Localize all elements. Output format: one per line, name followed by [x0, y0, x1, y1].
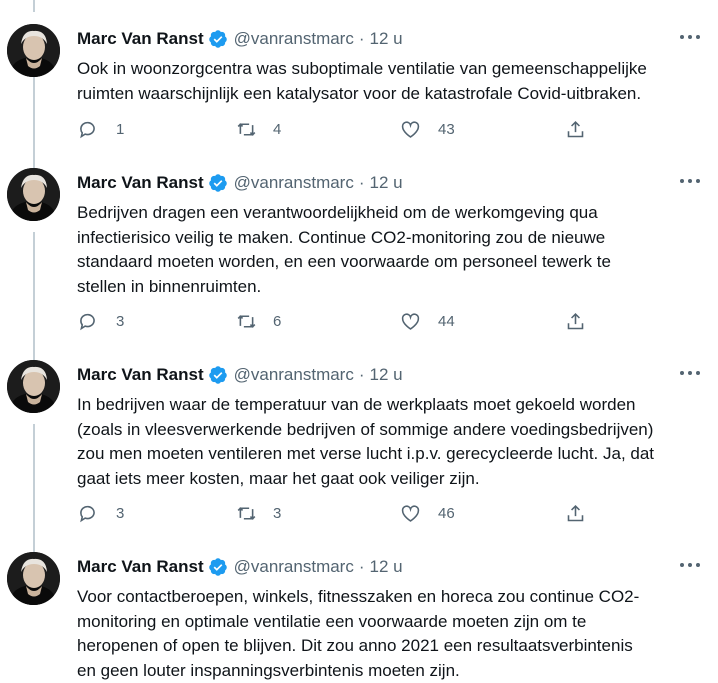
- separator: ·: [359, 557, 365, 577]
- reply-count: 3: [116, 313, 124, 330]
- author-name[interactable]: Marc Van Ranst: [77, 29, 204, 49]
- tweet-header: Marc Van Ranst @vanranstmarc · 12 u: [77, 556, 403, 578]
- tweet[interactable]: Marc Van Ranst @vanranstmarc · 12 u Voor…: [0, 542, 718, 679]
- avatar-image: [7, 360, 60, 413]
- avatar[interactable]: [7, 24, 60, 77]
- like-icon: [400, 503, 421, 524]
- verified-badge-icon: [208, 557, 228, 577]
- author-handle[interactable]: @vanranstmarc: [234, 365, 354, 385]
- tweet-text-line: heropenen of open te blijven. Dit zou an…: [77, 634, 697, 659]
- verified-badge-icon: [208, 365, 228, 385]
- share-icon: [565, 311, 586, 332]
- tweet-header: Marc Van Ranst @vanranstmarc · 12 u: [77, 364, 403, 386]
- retweet-count: 3: [273, 505, 281, 522]
- like-button[interactable]: 46: [400, 503, 455, 524]
- more-icon[interactable]: [680, 368, 700, 378]
- share-button[interactable]: [565, 311, 586, 332]
- like-count: 44: [438, 313, 455, 330]
- tweet-text-line: standaard moeten worden, en een voorwaar…: [77, 250, 697, 275]
- tweet-text-line: (zoals in vleesverwerkende bedrijven of …: [77, 418, 697, 443]
- reply-icon: [77, 311, 98, 332]
- avatar-image: [7, 168, 60, 221]
- tweet-text-line: Bedrijven dragen een verantwoordelijkhei…: [77, 201, 697, 226]
- author-name[interactable]: Marc Van Ranst: [77, 557, 204, 577]
- retweet-icon: [236, 503, 257, 524]
- tweet[interactable]: Marc Van Ranst @vanranstmarc · 12 u Ook …: [0, 14, 718, 164]
- tweet-timestamp[interactable]: 12 u: [370, 365, 403, 385]
- avatar[interactable]: [7, 552, 60, 605]
- tweet-text-line: gaat iets meer kosten, maar het gaat ook…: [77, 467, 697, 492]
- tweet-actions: 3 6 44: [77, 309, 597, 333]
- like-icon: [400, 311, 421, 332]
- tweet-actions: 1 4 43: [77, 117, 597, 141]
- like-button[interactable]: 44: [400, 311, 455, 332]
- reply-button[interactable]: 3: [77, 311, 124, 332]
- tweet-timestamp[interactable]: 12 u: [370, 173, 403, 193]
- author-name[interactable]: Marc Van Ranst: [77, 365, 204, 385]
- share-button[interactable]: [565, 503, 586, 524]
- tweet-text-line: stellen in binnenruimten.: [77, 275, 697, 300]
- avatar[interactable]: [7, 360, 60, 413]
- tweet-header: Marc Van Ranst @vanranstmarc · 12 u: [77, 28, 403, 50]
- reply-count: 3: [116, 505, 124, 522]
- reply-button[interactable]: 1: [77, 119, 124, 140]
- author-handle[interactable]: @vanranstmarc: [234, 29, 354, 49]
- tweet-text-line: zou men moeten ventileren met verse luch…: [77, 442, 697, 467]
- avatar-image: [7, 24, 60, 77]
- like-count: 46: [438, 505, 455, 522]
- tweet[interactable]: Marc Van Ranst @vanranstmarc · 12 u Bedr…: [0, 158, 718, 348]
- timeline: Marc Van Ranst @vanranstmarc · 12 u Ook …: [0, 0, 718, 679]
- tweet-text: Bedrijven dragen een verantwoordelijkhei…: [77, 201, 697, 299]
- verified-badge-icon: [208, 29, 228, 49]
- share-icon: [565, 503, 586, 524]
- avatar-image: [7, 552, 60, 605]
- tweet-text-line: Voor contactberoepen, winkels, fitnessza…: [77, 585, 697, 610]
- reply-button[interactable]: 3: [77, 503, 124, 524]
- verified-badge-icon: [208, 173, 228, 193]
- tweet-text-line: infectierisico veilig te maken. Continue…: [77, 226, 697, 251]
- retweet-icon: [236, 119, 257, 140]
- thread-connector: [33, 0, 35, 12]
- separator: ·: [359, 365, 365, 385]
- more-icon[interactable]: [680, 560, 700, 570]
- tweet-actions: 3 3 46: [77, 501, 597, 525]
- like-icon: [400, 119, 421, 140]
- separator: ·: [359, 29, 365, 49]
- reply-count: 1: [116, 121, 124, 138]
- tweet-text-line: In bedrijven waar de temperatuur van de …: [77, 393, 697, 418]
- author-handle[interactable]: @vanranstmarc: [234, 173, 354, 193]
- tweet[interactable]: Marc Van Ranst @vanranstmarc · 12 u In b…: [0, 350, 718, 540]
- reply-icon: [77, 119, 98, 140]
- retweet-count: 6: [273, 313, 281, 330]
- tweet-header: Marc Van Ranst @vanranstmarc · 12 u: [77, 172, 403, 194]
- reply-icon: [77, 503, 98, 524]
- more-icon[interactable]: [680, 32, 700, 42]
- retweet-button[interactable]: 4: [236, 119, 281, 140]
- tweet-timestamp[interactable]: 12 u: [370, 29, 403, 49]
- tweet-text-line: en geen louter inspanningsverbintenis mo…: [77, 659, 697, 683]
- author-name[interactable]: Marc Van Ranst: [77, 173, 204, 193]
- tweet-timestamp[interactable]: 12 u: [370, 557, 403, 577]
- tweet-text-line: ruimten waarschijnlijk een katalysator v…: [77, 82, 697, 107]
- tweet-text: In bedrijven waar de temperatuur van de …: [77, 393, 697, 491]
- tweet-text-line: monitoring en optimale ventilatie een vo…: [77, 610, 697, 635]
- retweet-count: 4: [273, 121, 281, 138]
- retweet-button[interactable]: 3: [236, 503, 281, 524]
- author-handle[interactable]: @vanranstmarc: [234, 557, 354, 577]
- tweet-text: Ook in woonzorgcentra was suboptimale ve…: [77, 57, 697, 106]
- retweet-button[interactable]: 6: [236, 311, 281, 332]
- tweet-text-line: Ook in woonzorgcentra was suboptimale ve…: [77, 57, 697, 82]
- like-button[interactable]: 43: [400, 119, 455, 140]
- like-count: 43: [438, 121, 455, 138]
- avatar[interactable]: [7, 168, 60, 221]
- share-button[interactable]: [565, 119, 586, 140]
- separator: ·: [359, 173, 365, 193]
- share-icon: [565, 119, 586, 140]
- tweet-text: Voor contactberoepen, winkels, fitnessza…: [77, 585, 697, 683]
- more-icon[interactable]: [680, 176, 700, 186]
- retweet-icon: [236, 311, 257, 332]
